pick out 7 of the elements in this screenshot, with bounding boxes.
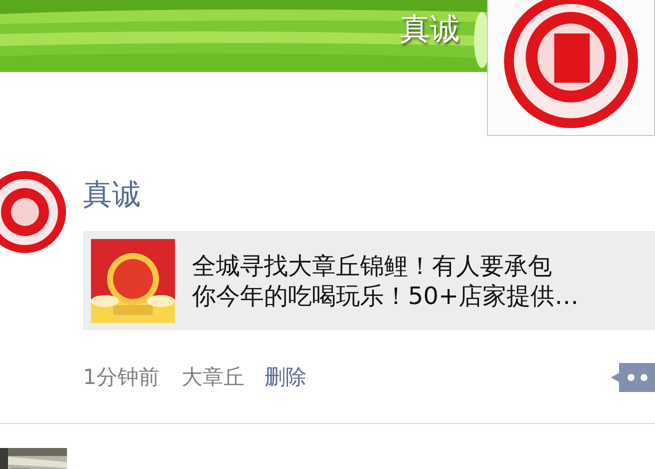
post-time: 1分钟前	[83, 364, 160, 391]
more-icon[interactable]	[611, 362, 655, 392]
link-card[interactable]: 全城寻找大章丘锦鲤！有人要承包 你今年的吃喝玩乐！50+店家提供…	[83, 231, 655, 330]
post-location: 大章丘	[181, 364, 244, 391]
delete-link[interactable]: 删除	[264, 362, 306, 392]
link-title: 全城寻找大章丘锦鲤！有人要承包 你今年的吃喝玩乐！50+店家提供…	[192, 250, 579, 310]
author-name[interactable]: 真诚	[83, 172, 141, 216]
